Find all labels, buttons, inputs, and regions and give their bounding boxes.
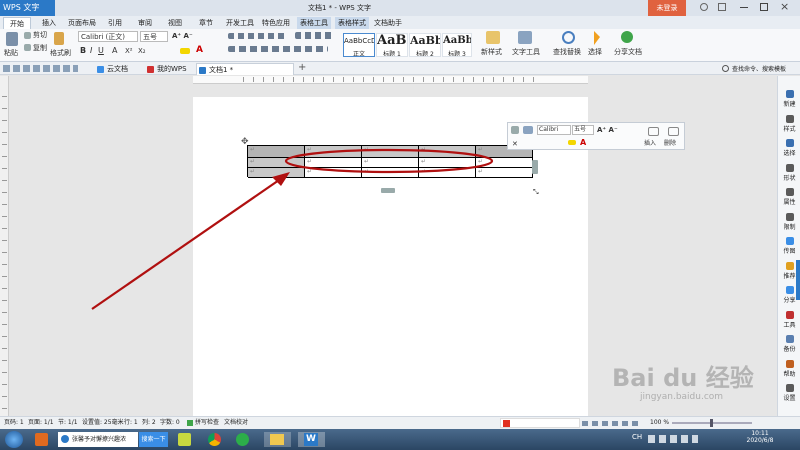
folder-icon (270, 434, 284, 445)
sidebar-item-label: 备份 (783, 346, 796, 353)
status-pages[interactable]: 页面: 1/1 (28, 417, 54, 429)
sidebar-item-label: 选择 (783, 150, 796, 157)
help-icon (785, 359, 794, 368)
property-icon (785, 188, 794, 196)
sidebar-item-select[interactable]: 选择 (778, 139, 800, 157)
sidebar-item-style[interactable]: 样式 (778, 114, 800, 133)
taskbar-search-button[interactable]: 搜索一下 (139, 432, 168, 447)
status-spell[interactable]: 拼写检查 (195, 417, 219, 429)
sidebar-item-label: 设置 (783, 395, 796, 402)
taskbar-search-input[interactable]: 张馨予对懈撩兴趣浓 (58, 432, 138, 447)
view-mode-icons[interactable] (582, 421, 642, 426)
select-icon (785, 139, 794, 147)
watermark-url: jingyan.baidu.com (640, 392, 724, 402)
sidebar-item-label: 样式 (783, 125, 796, 133)
arrow-line (91, 177, 283, 310)
language-indicator[interactable]: CH (632, 433, 642, 441)
sidebar-item-upload-image[interactable]: 传图 (778, 237, 800, 255)
watermark-brand: Bai du 经验 (612, 364, 754, 392)
status-col: 列: 2 (142, 419, 156, 426)
browser-360-icon[interactable] (236, 433, 249, 446)
sidebar-item-backup[interactable]: 备份 (778, 335, 800, 353)
sidebar-item-label: 帮助 (783, 370, 796, 378)
start-button[interactable] (5, 431, 23, 448)
sidebar-item-label: 工具 (783, 321, 796, 329)
sidebar-item-label: 限制 (783, 223, 796, 231)
sidebar-item-settings[interactable]: 设置 (778, 384, 800, 402)
clock-date: 2020/6/8 (746, 437, 774, 444)
sidebar-item-help[interactable]: 帮助 (778, 359, 800, 378)
upload-image-icon (785, 237, 794, 245)
app-icon[interactable] (178, 433, 191, 446)
new-icon (785, 90, 794, 98)
recommend-icon (785, 261, 794, 270)
sidebar-item-shape[interactable]: 形状 (778, 163, 800, 182)
taskbar: 张馨予对懈撩兴趣浓 搜索一下 W CH 10:11 2020/6/8 (0, 429, 800, 450)
sidebar-item-label: 分享 (783, 297, 796, 304)
tray-icons[interactable] (648, 435, 698, 443)
status-bar: 页码: 1 页面: 1/1 节: 1/1 设置值: 25毫米 行: 1 列: 2… (0, 416, 800, 429)
highlight-ellipse (284, 148, 494, 174)
sidebar-item-restrict[interactable]: 限制 (778, 212, 800, 231)
status-page: 页码: 1 (4, 419, 24, 426)
sidebar-item-label: 属性 (783, 199, 796, 206)
restrict-icon (785, 212, 794, 221)
sogou-icon (503, 420, 510, 427)
settings-icon (785, 384, 794, 392)
share-icon (785, 286, 794, 294)
sidebar-item-label: 传图 (783, 248, 796, 255)
sidebar-item-label: 新建 (783, 101, 796, 108)
status-row: 行: 1 (124, 419, 138, 426)
sidebar-item-new[interactable]: 新建 (778, 90, 800, 108)
input-method-bar[interactable] (500, 418, 580, 428)
right-sidebar: 新建样式选择形状属性限制传图推荐分享工具备份帮助设置 (777, 76, 800, 416)
chrome-icon[interactable] (208, 433, 221, 446)
spell-check-icon (187, 420, 193, 426)
browser-search-icon (61, 435, 69, 443)
shape-icon (785, 163, 794, 172)
style-icon (785, 114, 794, 123)
office-icon[interactable] (35, 433, 48, 446)
status-words[interactable]: 字数: 0 (160, 417, 180, 429)
status-section: 节: 1/1 (58, 419, 78, 426)
sidebar-item-label: 形状 (783, 174, 796, 182)
wps-writer-icon: W (304, 433, 318, 446)
tools-icon (785, 310, 794, 319)
clock[interactable]: 10:11 2020/6/8 (745, 430, 775, 444)
sidebar-collapse-handle[interactable] (796, 260, 800, 300)
status-proof[interactable]: 文档校对 (224, 417, 248, 429)
clock-time: 10:11 (751, 430, 769, 437)
sidebar-item-tools[interactable]: 工具 (778, 310, 800, 329)
status-zoom[interactable]: 100 % (650, 417, 669, 429)
zoom-slider-thumb[interactable] (710, 419, 713, 427)
backup-icon (785, 335, 794, 343)
sidebar-item-property[interactable]: 属性 (778, 188, 800, 206)
status-position: 设置值: 25毫米 (82, 419, 124, 426)
sidebar-item-label: 推荐 (783, 272, 796, 280)
